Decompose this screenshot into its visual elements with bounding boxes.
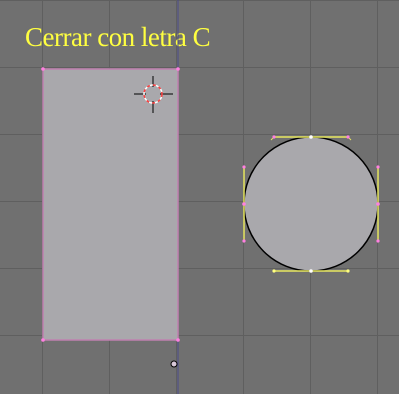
scene-canvas[interactable] (0, 0, 399, 394)
control-point (41, 67, 45, 71)
control-point (242, 202, 246, 206)
control-point (272, 269, 276, 273)
rectangle-shape (42, 68, 179, 341)
control-point (41, 338, 45, 342)
control-point (376, 165, 380, 169)
control-point (346, 269, 350, 273)
control-point (376, 239, 380, 243)
control-point (176, 338, 180, 342)
control-point (376, 202, 380, 206)
control-point (272, 135, 276, 139)
rectangle-curve[interactable] (41, 67, 180, 342)
control-point (242, 165, 246, 169)
object-origin-icon[interactable] (170, 360, 178, 368)
circle-shape (243, 136, 379, 272)
control-point (242, 239, 246, 243)
3d-viewport[interactable]: Cerrar con letra C (0, 0, 399, 394)
circle-curve[interactable] (242, 135, 380, 273)
control-point (309, 135, 313, 139)
control-point (176, 67, 180, 71)
control-point (346, 135, 350, 139)
control-point (309, 269, 313, 273)
